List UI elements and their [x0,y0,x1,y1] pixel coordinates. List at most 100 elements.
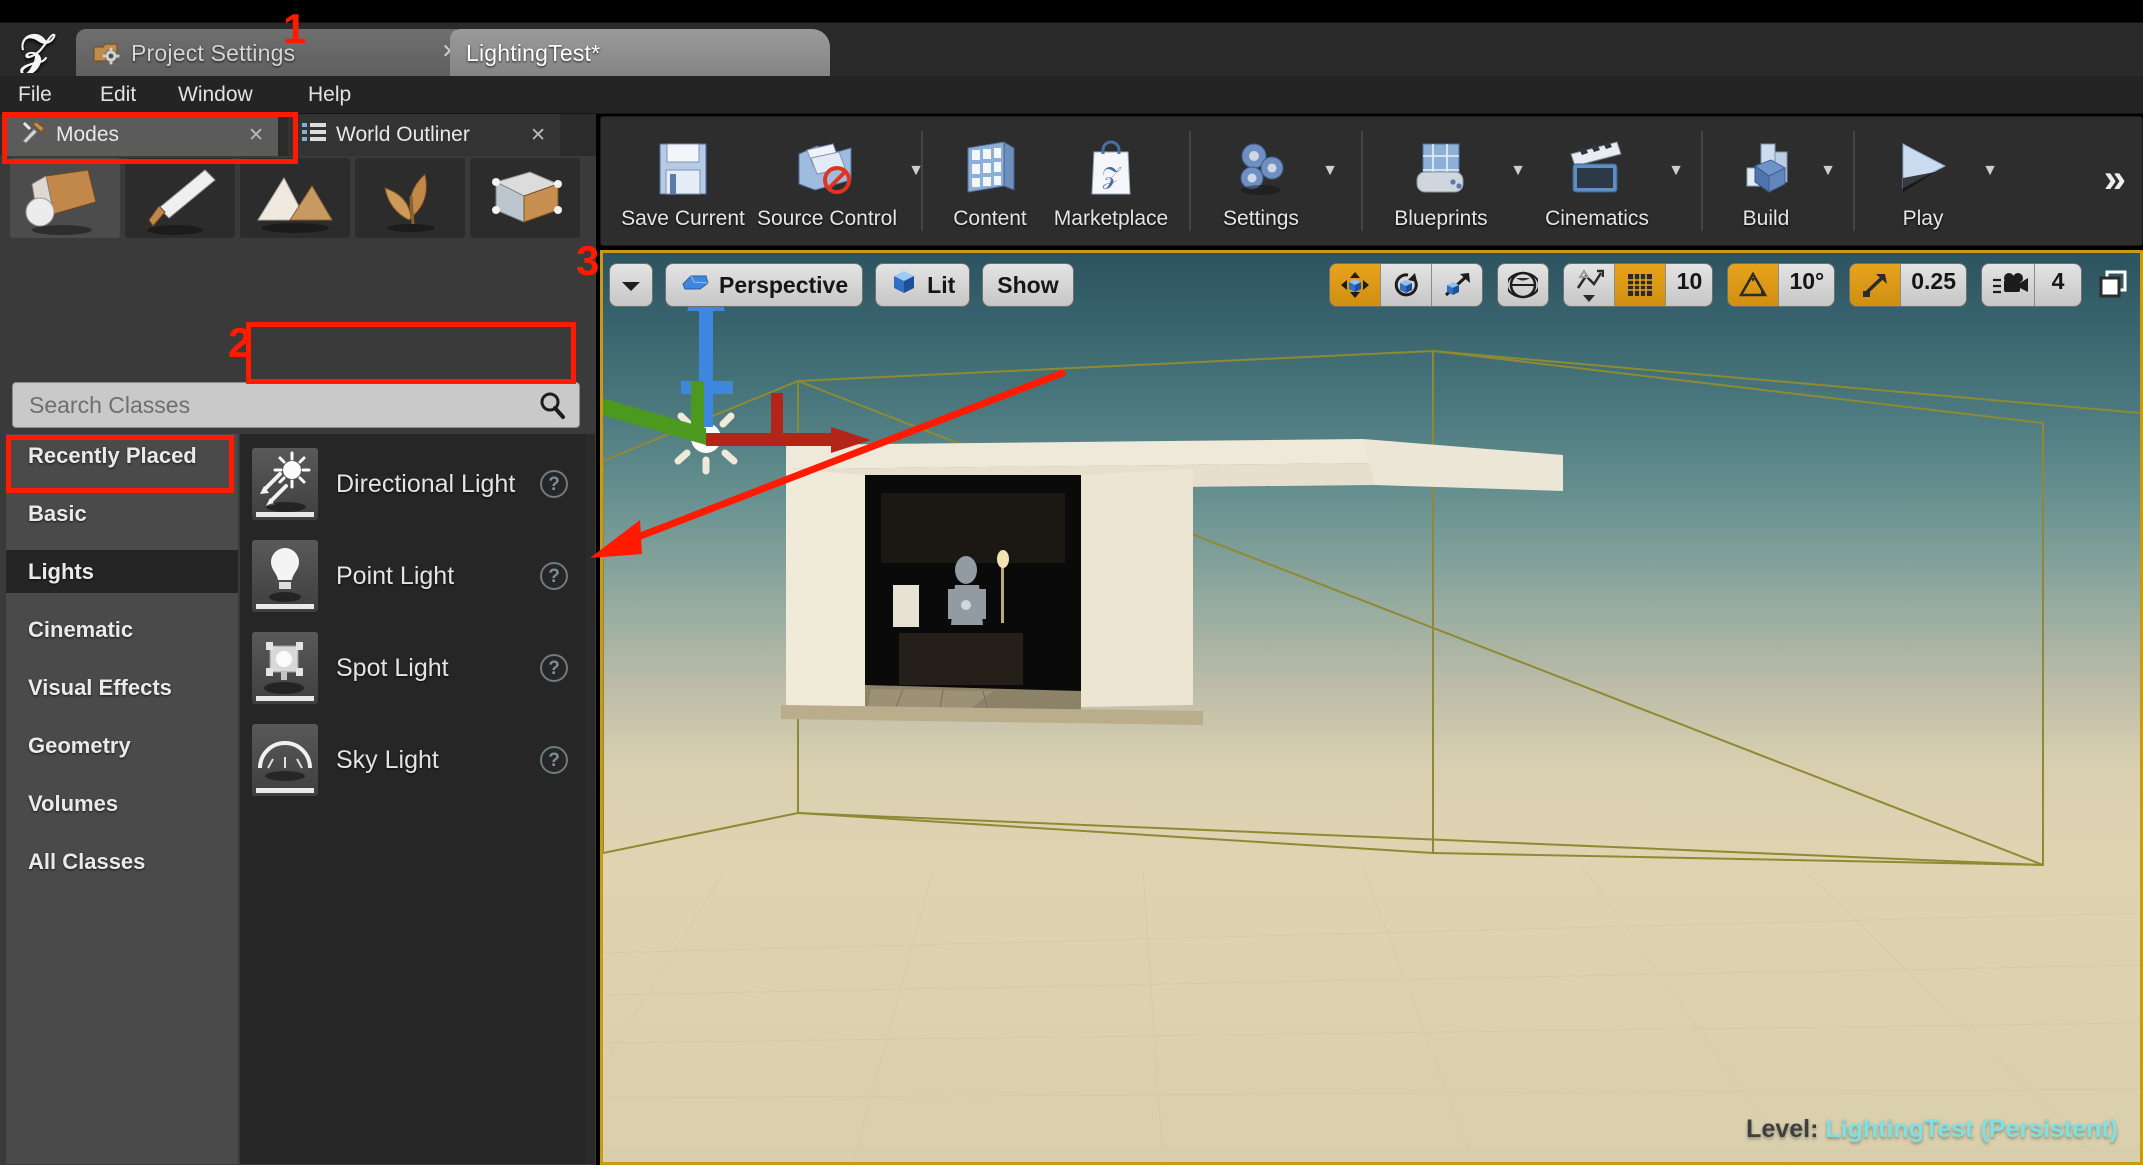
search-icon[interactable] [537,390,567,425]
help-icon[interactable]: ? [540,562,568,590]
show-label: Show [997,271,1059,298]
toolbar-overflow-icon[interactable]: » [2104,157,2126,202]
play-button[interactable]: Play [1869,123,1977,241]
category-basic[interactable]: Basic [6,492,238,535]
save-current-button[interactable]: Save Current [615,123,751,241]
level-viewport[interactable]: Perspective Lit Show 10 10° 0.25 4 Level… [600,250,2143,1165]
viewport-scene [603,263,2140,1162]
maximize-icon[interactable] [2096,267,2132,303]
button-label: Source Control [756,207,898,230]
rotate-mode-button[interactable] [1381,264,1433,306]
search-placeholder: Search Classes [29,392,191,418]
tab-project-settings[interactable]: Project Settings ✕ [76,29,472,77]
cinematics-button[interactable]: Cinematics [1531,123,1663,241]
item-point-light[interactable]: Point Light ? [242,530,588,622]
button-label: Build [1742,207,1790,230]
grid-snap-value[interactable]: 10 [1666,264,1712,306]
scale-mode-button[interactable] [1432,264,1482,306]
close-icon[interactable]: ✕ [530,124,546,147]
button-label: Save Current [621,207,745,230]
surface-snap-button[interactable] [1564,264,1616,306]
close-icon[interactable]: ✕ [248,124,264,147]
geometry-editing-mode-button[interactable] [470,158,580,238]
landscape-mode-button[interactable] [240,158,350,238]
source-control-button[interactable]: Source Control [751,123,903,241]
dock-tab-modes[interactable]: Modes ✕ [6,114,278,156]
viewport-options-button[interactable] [609,263,653,307]
marketplace-button[interactable]: 𝒵 Marketplace [1043,123,1179,241]
button-label: Content [953,207,1027,230]
show-menu-button[interactable]: Show [982,263,1074,307]
rotation-snap-toggle[interactable] [1728,264,1780,306]
foliage-mode-button[interactable] [355,158,465,238]
title-bar: 𝒵 Project Settings ✕ LightingTest* [0,22,2143,77]
coordinate-system-group [1497,263,1550,307]
tab-lighting-test[interactable]: LightingTest* [450,29,830,77]
menu-item-help[interactable]: Help [298,80,361,110]
main-toolbar: Save Current Source Control ▼ Content 𝒵 … [600,116,2143,246]
modes-icon [20,120,46,150]
menu-item-file[interactable]: File [8,80,62,110]
paint-mode-button[interactable] [125,158,235,238]
level-status-value: LightingTest (Persistent) [1825,1115,2118,1143]
item-spot-light[interactable]: Spot Light ? [242,622,588,714]
menu-bar: File Edit Window Help [0,76,2143,114]
panel-scrollbar[interactable] [586,434,595,1164]
button-label: Blueprints [1394,207,1488,230]
category-cinematic[interactable]: Cinematic [6,608,238,651]
camera-speed-group: 4 [1981,263,2082,307]
translate-mode-button[interactable] [1330,264,1382,306]
category-geometry[interactable]: Geometry [6,724,238,767]
view-mode-label: Perspective [719,271,849,298]
search-classes-field[interactable]: Search Classes [12,382,580,428]
settings-button[interactable]: Settings [1205,123,1317,241]
category-all-classes[interactable]: All Classes [6,840,238,883]
svg-text:𝒵: 𝒵 [19,27,56,73]
item-label: Sky Light [336,745,439,774]
blueprints-button[interactable]: Blueprints [1377,123,1505,241]
menu-item-window[interactable]: Window [168,80,263,110]
place-mode-button[interactable] [10,158,120,238]
world-coordinates-button[interactable] [1498,264,1548,306]
tab-label: Project Settings [131,39,296,66]
scale-snap-toggle[interactable] [1850,264,1902,306]
blueprints-icon [1409,133,1473,205]
dock-tab-world-outliner[interactable]: World Outliner ✕ [288,114,560,156]
item-sky-light[interactable]: Sky Light ? [242,714,588,806]
help-icon[interactable]: ? [540,654,568,682]
category-lights[interactable]: Lights [6,550,238,593]
item-directional-light[interactable]: Directional Light ? [242,438,588,530]
transform-mode-group [1329,263,1484,307]
camera-speed-value[interactable]: 4 [2035,264,2081,306]
dock-tab-label: World Outliner [336,123,470,146]
category-volumes[interactable]: Volumes [6,782,238,825]
point-light-icon [252,540,318,612]
blueprints-dropdown-caret[interactable]: ▼ [1505,123,1531,241]
camera-speed-icon[interactable] [1982,264,2035,306]
help-icon[interactable]: ? [540,746,568,774]
annotation-number-2: 2 [228,319,252,366]
item-label: Point Light [336,561,455,590]
unreal-editor-window: 𝒵 Project Settings ✕ LightingTest* [0,0,2143,1165]
category-visual-effects[interactable]: Visual Effects [6,666,238,709]
content-button[interactable]: Content [937,123,1043,241]
play-dropdown-caret[interactable]: ▼ [1977,123,2003,241]
source-control-dropdown-caret[interactable]: ▼ [903,123,929,241]
rotation-snap-value[interactable]: 10° [1779,264,1834,306]
category-list: Recently Placed Basic Lights Cinematic V… [6,434,238,1164]
help-icon[interactable]: ? [540,470,568,498]
scale-snap-value[interactable]: 0.25 [1901,264,1966,306]
content-browser-icon [960,133,1020,205]
unreal-u-logo[interactable]: 𝒵 [8,26,64,75]
build-dropdown-caret[interactable]: ▼ [1815,123,1841,241]
grid-snap-toggle[interactable] [1615,264,1667,306]
menu-item-edit[interactable]: Edit [90,80,146,110]
lighting-mode-label: Lit [927,271,956,298]
cinematics-dropdown-caret[interactable]: ▼ [1663,123,1689,241]
settings-dropdown-caret[interactable]: ▼ [1317,123,1343,241]
view-mode-button[interactable]: Perspective [665,263,864,307]
category-recently-placed[interactable]: Recently Placed [6,434,238,477]
build-button[interactable]: Build [1717,123,1815,241]
lighting-mode-button[interactable]: Lit [875,263,971,307]
item-label: Directional Light [336,469,516,498]
